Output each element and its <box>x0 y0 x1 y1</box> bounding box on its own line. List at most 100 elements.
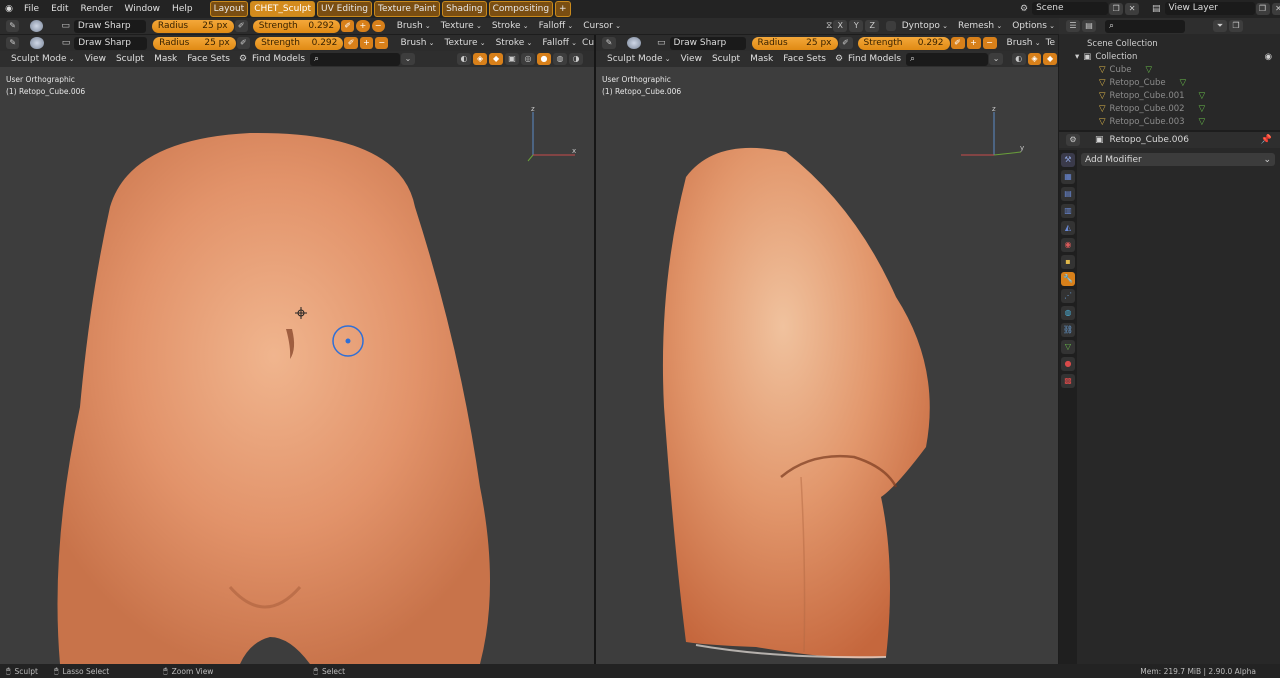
left-radius-pressure-icon[interactable]: ✐ <box>236 37 251 49</box>
left-search-input[interactable]: ⌕ <box>310 52 401 66</box>
outliner-search-input[interactable]: ⌕ <box>1105 19 1185 33</box>
left-brush-menu[interactable]: Brush <box>395 38 439 48</box>
left-falloff-menu[interactable]: Falloff <box>537 38 582 48</box>
left-texture-menu[interactable]: Texture <box>440 38 491 48</box>
right-viewport[interactable]: User Orthographic (1) Retopo_Cube.006 z … <box>596 67 1058 664</box>
add-workspace-button[interactable]: + <box>555 1 571 17</box>
blender-logo-icon[interactable]: ◉ <box>0 4 18 14</box>
right-search-dropdown-icon[interactable]: ⌄ <box>989 53 1003 65</box>
left-sculpt-menu[interactable]: Sculpt <box>111 54 149 64</box>
tab-uv-editing[interactable]: UV Editing <box>317 1 372 17</box>
brush-menu[interactable]: Brush <box>392 21 436 31</box>
strength-slider[interactable]: Strength 0.292 <box>252 19 341 33</box>
modifier-tab-icon[interactable]: 🔧 <box>1061 272 1075 286</box>
left-rendered-icon[interactable]: ◑ <box>569 53 584 65</box>
left-find-models-menu[interactable]: Find Models <box>247 54 310 64</box>
brush-preview-icon[interactable] <box>30 20 44 32</box>
tab-shading[interactable]: Shading <box>442 1 487 17</box>
tab-texture-paint[interactable]: Texture Paint <box>373 1 441 17</box>
left-view-menu[interactable]: View <box>80 54 111 64</box>
outliner-scene-collection[interactable]: Scene Collection <box>1059 38 1280 51</box>
output-tab-icon[interactable]: ▤ <box>1061 187 1075 201</box>
physics-tab-icon[interactable]: ◍ <box>1061 306 1075 320</box>
outliner-item-retopo-cube[interactable]: ▽ Retopo_Cube ▽ <box>1059 77 1280 90</box>
left-strength-slider[interactable]: Strength 0.292 <box>255 36 344 50</box>
close-scene-icon[interactable]: ✕ <box>1125 2 1140 15</box>
right-mask-menu[interactable]: Mask <box>745 54 778 64</box>
copy-view-layer-icon[interactable]: ❐ <box>1255 2 1270 15</box>
right-view-menu[interactable]: View <box>676 54 707 64</box>
radius-slider[interactable]: Radius 25 px <box>151 19 234 33</box>
right-gizmo-icon[interactable]: ◆ <box>1043 53 1057 65</box>
left-stroke-menu[interactable]: Stroke <box>491 38 538 48</box>
world-tab-icon[interactable]: ◉ <box>1061 238 1075 252</box>
right-tool-icon[interactable]: ✎ <box>602 37 616 49</box>
right-sculpt-menu[interactable]: Sculpt <box>707 54 745 64</box>
dyntopo-menu[interactable]: Dyntopo <box>897 21 953 31</box>
right-radius-slider[interactable]: Radius 25 px <box>751 36 838 50</box>
object-tab-icon[interactable]: ▪ <box>1061 255 1075 269</box>
dyntopo-checkbox[interactable] <box>886 21 896 31</box>
symmetry-x-button[interactable]: X <box>833 20 848 32</box>
menu-help[interactable]: Help <box>166 4 199 14</box>
left-brush-preview-icon[interactable] <box>30 37 44 49</box>
tab-layout[interactable]: Layout <box>209 1 249 17</box>
scene-tab-icon[interactable]: ◭ <box>1061 221 1075 235</box>
strength-pressure-icon[interactable]: ✐ <box>341 20 355 32</box>
menu-window[interactable]: Window <box>119 4 167 14</box>
outliner-item-retopo-cube-003[interactable]: ▽ Retopo_Cube.003 ▽ <box>1059 116 1280 129</box>
right-find-models-menu[interactable]: Find Models <box>843 54 906 64</box>
left-mask-menu[interactable]: Mask <box>149 54 182 64</box>
symmetry-z-button[interactable]: Z <box>865 20 880 32</box>
right-mode-menu[interactable]: Sculpt Mode <box>602 54 676 64</box>
texture-menu[interactable]: Texture <box>436 21 487 31</box>
tool-tab-icon[interactable]: ⚒ <box>1061 153 1075 167</box>
menu-render[interactable]: Render <box>75 4 119 14</box>
left-brush-name-field[interactable]: Draw Sharp <box>74 36 148 50</box>
tool-select-icon[interactable]: ✎ <box>6 20 20 32</box>
right-search-input[interactable]: ⌕ <box>906 52 989 66</box>
outliner-item-retopo-cube-002[interactable]: ▽ Retopo_Cube.002 ▽ <box>1059 103 1280 116</box>
outliner-new-collection-icon[interactable]: ❐ <box>1229 20 1243 32</box>
menu-file[interactable]: File <box>18 4 45 14</box>
cursor-menu[interactable]: Cursor <box>578 21 626 31</box>
brush-name-field[interactable]: Draw Sharp <box>73 19 146 33</box>
tab-chet-sculpt[interactable]: CHET_Sculpt <box>250 1 316 17</box>
outliner-collection-row[interactable]: ▾ ▣ Collection ◉ <box>1059 51 1280 64</box>
scene-field[interactable]: Scene <box>1032 2 1109 15</box>
right-visibility-icon[interactable]: ◐ <box>1011 53 1026 65</box>
outliner-display-mode-icon[interactable]: ▤ <box>1082 20 1096 32</box>
left-material-icon[interactable]: ◍ <box>553 53 568 65</box>
left-subtract-icon[interactable]: − <box>375 37 389 49</box>
direction-add-icon[interactable]: + <box>356 20 370 32</box>
symmetry-y-button[interactable]: Y <box>849 20 864 32</box>
left-overlay-icon[interactable]: ◈ <box>473 53 488 65</box>
material-tab-icon[interactable]: ● <box>1061 357 1075 371</box>
outliner-item-cube[interactable]: ▽ Cube ▽ <box>1059 64 1280 77</box>
menu-edit[interactable]: Edit <box>45 4 74 14</box>
right-brush-menu[interactable]: Brush <box>1002 38 1046 48</box>
render-tab-icon[interactable]: ▦ <box>1061 170 1075 184</box>
left-visibility-icon[interactable]: ◐ <box>457 53 472 65</box>
left-mode-menu[interactable]: Sculpt Mode <box>6 54 80 64</box>
right-strength-pressure-icon[interactable]: ✐ <box>950 37 965 49</box>
left-add-icon[interactable]: + <box>359 37 374 49</box>
right-strength-slider[interactable]: Strength 0.292 <box>857 36 950 50</box>
properties-editor-type-icon[interactable]: ⚙ <box>1066 134 1080 146</box>
left-strength-pressure-icon[interactable]: ✐ <box>344 37 358 49</box>
tab-compositing[interactable]: Compositing <box>488 1 554 17</box>
right-face-sets-menu[interactable]: Face Sets <box>778 54 831 64</box>
left-wireframe-icon[interactable]: ◎ <box>521 53 536 65</box>
outliner-editor-type-icon[interactable]: ☰ <box>1066 20 1080 32</box>
expand-arrow-icon[interactable]: ▾ <box>1075 51 1079 64</box>
right-add-icon[interactable]: + <box>966 37 981 49</box>
stroke-menu[interactable]: Stroke <box>487 21 534 31</box>
right-radius-pressure-icon[interactable]: ✐ <box>838 37 853 49</box>
constraints-tab-icon[interactable]: ⛓ <box>1061 323 1075 337</box>
options-menu[interactable]: Options <box>1007 21 1060 31</box>
left-tool-icon[interactable]: ✎ <box>6 37 20 49</box>
left-face-sets-menu[interactable]: Face Sets <box>182 54 235 64</box>
left-xray-icon[interactable]: ▣ <box>505 53 520 65</box>
direction-subtract-icon[interactable]: − <box>371 20 385 32</box>
left-solid-icon[interactable]: ● <box>537 53 552 65</box>
